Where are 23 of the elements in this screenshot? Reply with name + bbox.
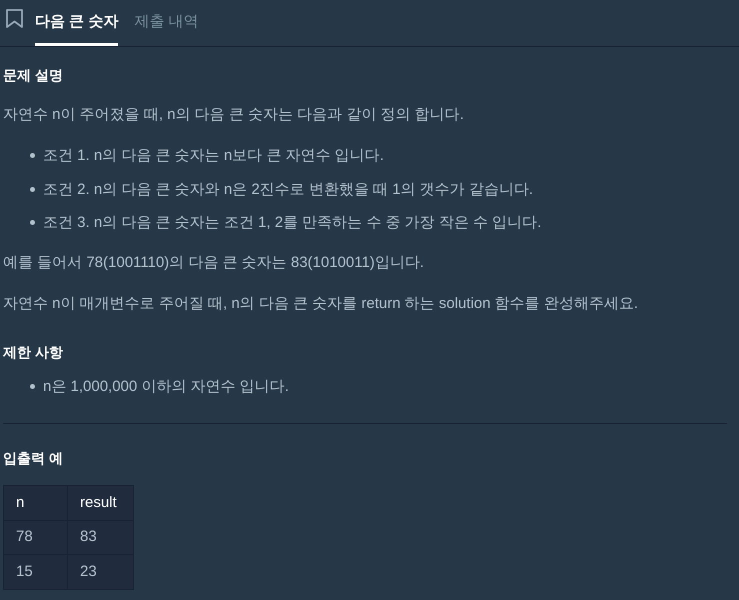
list-item-text: n은 1,000,000 이하의 자연수 입니다. bbox=[43, 377, 289, 397]
paragraph: 예를 들어서 78(1001110)의 다음 큰 숫자는 83(1010011)입니다. bbox=[3, 253, 425, 273]
list-item-text: 조건 1. n의 다음 큰 숫자는 n보다 큰 자연수 입니다. bbox=[43, 146, 384, 166]
paragraph: 자연수 n이 매개변수로 주어질 때, n의 다음 큰 숫자를 return 하는 solution 함수를 완성해주세요. bbox=[3, 294, 640, 314]
table-cell: 23 bbox=[68, 554, 134, 589]
section-heading: 입출력 예 bbox=[3, 449, 64, 468]
bullet-icon bbox=[30, 186, 35, 192]
column-header: result bbox=[68, 486, 134, 520]
tab[interactable]: 다음 큰 숫자 bbox=[35, 0, 118, 46]
table-cell: 78 bbox=[4, 520, 68, 554]
section-heading: 문제 설명 bbox=[3, 66, 64, 85]
paragraph: 자연수 n이 주어졌을 때, n의 다음 큰 숫자는 다음과 같이 정의 합니다. bbox=[3, 105, 465, 125]
bullet-icon bbox=[30, 153, 35, 158]
list-item-text: 조건 3. n의 다음 큰 숫자는 조건 1, 2를 만족하는 수 중 가장 작은 수 입니다. bbox=[43, 213, 542, 233]
section-heading: 제한 사항 bbox=[3, 343, 64, 362]
column-header: n bbox=[4, 486, 68, 520]
tab[interactable]: 제출 내역 bbox=[134, 0, 199, 46]
bookmark-icon[interactable] bbox=[6, 9, 23, 28]
bullet-icon bbox=[30, 384, 35, 389]
table-cell: 15 bbox=[4, 554, 68, 589]
bullet-icon bbox=[30, 220, 35, 225]
list-item-text: 조건 2. n의 다음 큰 숫자와 n은 2진수로 변환했을 때 1의 갯수가 같습니다. bbox=[43, 180, 534, 200]
table-cell: 83 bbox=[68, 520, 134, 554]
